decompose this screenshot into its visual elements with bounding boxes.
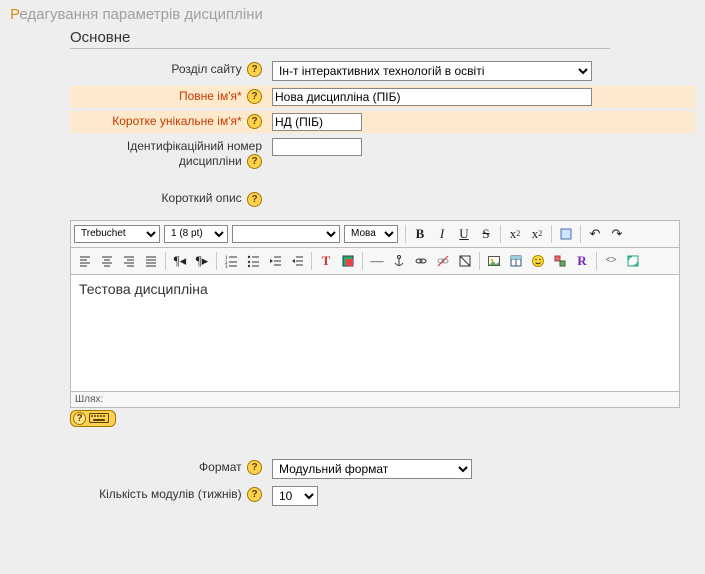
- shortname-input[interactable]: [272, 113, 362, 131]
- help-icon[interactable]: ?: [247, 89, 262, 104]
- numsections-select[interactable]: 10: [272, 486, 318, 506]
- label-shortname: Коротке унікальне ім'я*: [112, 114, 241, 128]
- keyboard-icon: [89, 413, 109, 423]
- label-site: Розділ сайту: [171, 62, 241, 76]
- page-title: Редагування параметрів дисципліни: [10, 6, 695, 23]
- help-icon[interactable]: ?: [247, 62, 262, 77]
- editor-content[interactable]: Тестова дисципліна: [70, 275, 680, 392]
- section-legend: Основне: [70, 29, 610, 49]
- ordered-list-button[interactable]: 123: [220, 250, 242, 272]
- idnumber-input[interactable]: [272, 138, 362, 156]
- char-button[interactable]: [549, 250, 571, 272]
- image-button[interactable]: [483, 250, 505, 272]
- textcolor-button[interactable]: T: [315, 250, 337, 272]
- editor-toolbar-2: ¶◂ ¶▸ 123 T — R <>: [70, 248, 680, 275]
- fontsize-select[interactable]: 1 (8 pt): [164, 225, 228, 243]
- label-summary: Короткий опис: [162, 191, 242, 205]
- help-icon[interactable]: ?: [247, 154, 262, 169]
- unordered-list-button[interactable]: [242, 250, 264, 272]
- help-icon: ?: [73, 412, 86, 425]
- label-fullname: Повне ім'я*: [179, 89, 242, 103]
- redo-button[interactable]: ↷: [606, 223, 628, 245]
- format-select[interactable]: Модульний формат: [272, 459, 472, 479]
- align-left-button[interactable]: [74, 250, 96, 272]
- indent-button[interactable]: [286, 250, 308, 272]
- ltr-button[interactable]: ¶◂: [169, 250, 191, 272]
- unlink-button[interactable]: [432, 250, 454, 272]
- font-select[interactable]: Trebuchet: [74, 225, 160, 243]
- strike-button[interactable]: S: [475, 223, 497, 245]
- heading-select[interactable]: [232, 225, 340, 243]
- underline-button[interactable]: U: [453, 223, 475, 245]
- help-icon[interactable]: ?: [247, 114, 262, 129]
- label-numsections: Кількість модулів (тижнів): [99, 487, 242, 501]
- align-right-button[interactable]: [118, 250, 140, 272]
- help-icon[interactable]: ?: [247, 487, 262, 502]
- label-idnumber: Ідентифікаційний номер дисципліни: [127, 139, 262, 168]
- anchor-button[interactable]: [388, 250, 410, 272]
- help-icon[interactable]: ?: [247, 460, 262, 475]
- nolink-button[interactable]: [454, 250, 476, 272]
- undo-button[interactable]: ↶: [584, 223, 606, 245]
- link-button[interactable]: [410, 250, 432, 272]
- outdent-button[interactable]: [264, 250, 286, 272]
- editor-path: Шлях:: [70, 392, 680, 408]
- fullscreen-button[interactable]: [622, 250, 644, 272]
- svg-text:3: 3: [225, 265, 228, 268]
- hr-button[interactable]: —: [366, 250, 388, 272]
- html-source-button[interactable]: <>: [600, 250, 622, 272]
- rtl-button[interactable]: ¶▸: [191, 250, 213, 272]
- table-button[interactable]: [505, 250, 527, 272]
- fullname-input[interactable]: [272, 88, 592, 106]
- align-justify-button[interactable]: [140, 250, 162, 272]
- search-button[interactable]: R: [571, 250, 593, 272]
- editor-toolbar-1: Trebuchet 1 (8 pt) Мова B I U S x2 x2 ↶ …: [70, 220, 680, 248]
- superscript-button[interactable]: x2: [526, 223, 548, 245]
- italic-button[interactable]: I: [431, 223, 453, 245]
- site-select[interactable]: Ін-т інтерактивних технологій в освіті: [272, 61, 592, 81]
- bgcolor-button[interactable]: [337, 250, 359, 272]
- help-icon[interactable]: ?: [247, 192, 262, 207]
- keyboard-toggle[interactable]: ?: [70, 410, 116, 427]
- label-format: Формат: [199, 460, 242, 474]
- clean-button[interactable]: [555, 223, 577, 245]
- bold-button[interactable]: B: [409, 223, 431, 245]
- lang-select[interactable]: Мова: [344, 225, 398, 243]
- smiley-button[interactable]: [527, 250, 549, 272]
- align-center-button[interactable]: [96, 250, 118, 272]
- subscript-button[interactable]: x2: [504, 223, 526, 245]
